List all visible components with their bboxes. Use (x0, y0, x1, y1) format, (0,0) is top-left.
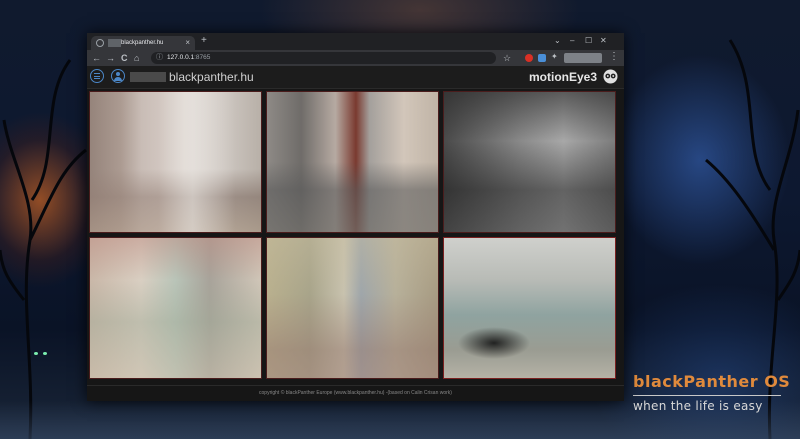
camera-frame-3[interactable] (443, 91, 616, 233)
profile-avatar[interactable] (564, 53, 602, 63)
os-brand-slogan: when the life is easy (633, 399, 763, 413)
browser-tab[interactable]: blackpanther.hu × (91, 36, 195, 50)
home-button[interactable]: ⌂ (134, 52, 139, 64)
motioneye-brand: motionEye3 (528, 70, 597, 84)
minimize-button[interactable]: – (570, 35, 574, 47)
os-brand-watermark: blackPanther OS when the life is easy (633, 372, 790, 413)
tab-close-icon[interactable]: × (185, 37, 190, 49)
user-account-icon[interactable] (111, 69, 125, 83)
motioneye-page: blackpanther.hu motionEye3 copyright © b… (87, 66, 624, 401)
close-window-button[interactable]: ✕ (600, 35, 607, 47)
camera-frame-4[interactable] (89, 237, 262, 379)
main-menu-button[interactable] (90, 69, 104, 83)
address-url: 127.0.0.1:8765 (167, 53, 210, 63)
tree-silhouette-left (0, 59, 87, 439)
reload-button[interactable]: C (121, 52, 128, 64)
site-info-icon[interactable]: ⓘ (156, 53, 163, 63)
url-port: :8765 (194, 54, 211, 61)
redacted-host-prefix (130, 72, 166, 82)
browser-window: blackpanther.hu × + ⌄ – ☐ ✕ ← → C ⌂ ⓘ 12… (87, 33, 624, 401)
tab-strip: blackpanther.hu × + ⌄ – ☐ ✕ (87, 33, 624, 50)
bookmark-star-icon[interactable]: ☆ (503, 52, 511, 64)
motioneye-header: blackpanther.hu motionEye3 (87, 66, 624, 89)
extensions-puzzle-icon[interactable]: ✦ (551, 53, 559, 61)
brand-divider (633, 395, 781, 396)
address-bar[interactable]: ⓘ 127.0.0.1:8765 (151, 52, 496, 64)
camera-frame-6[interactable] (443, 237, 616, 379)
maximize-button[interactable]: ☐ (585, 35, 592, 47)
panther-eyes-icon (34, 352, 50, 357)
redacted-tab-prefix (108, 39, 121, 47)
back-button[interactable]: ← (92, 52, 101, 64)
os-brand-title: blackPanther OS (633, 372, 791, 391)
extension-blue-icon[interactable] (538, 54, 546, 62)
globe-icon (96, 39, 104, 47)
browser-toolbar: ← → C ⌂ ⓘ 127.0.0.1:8765 ☆ ✦ ⋮ (87, 50, 624, 66)
footer-copyright: copyright © blackPanther Europe (www.bla… (259, 390, 452, 396)
forward-button[interactable]: → (106, 52, 115, 64)
url-host: 127.0.0.1 (167, 54, 195, 61)
camera-frame-1[interactable] (89, 91, 262, 233)
camera-frame-2[interactable] (266, 91, 439, 233)
browser-menu-icon[interactable]: ⋮ (609, 51, 619, 63)
owl-logo-icon (603, 69, 618, 84)
page-footer: copyright © blackPanther Europe (www.bla… (87, 385, 624, 402)
camera-frame-5[interactable] (266, 237, 439, 379)
hostname-label: blackpanther.hu (169, 70, 254, 84)
tab-title: blackpanther.hu (121, 40, 164, 46)
new-tab-button[interactable]: + (201, 35, 207, 47)
tab-search-icon[interactable]: ⌄ (554, 35, 561, 47)
extension-red-icon[interactable] (525, 54, 533, 62)
